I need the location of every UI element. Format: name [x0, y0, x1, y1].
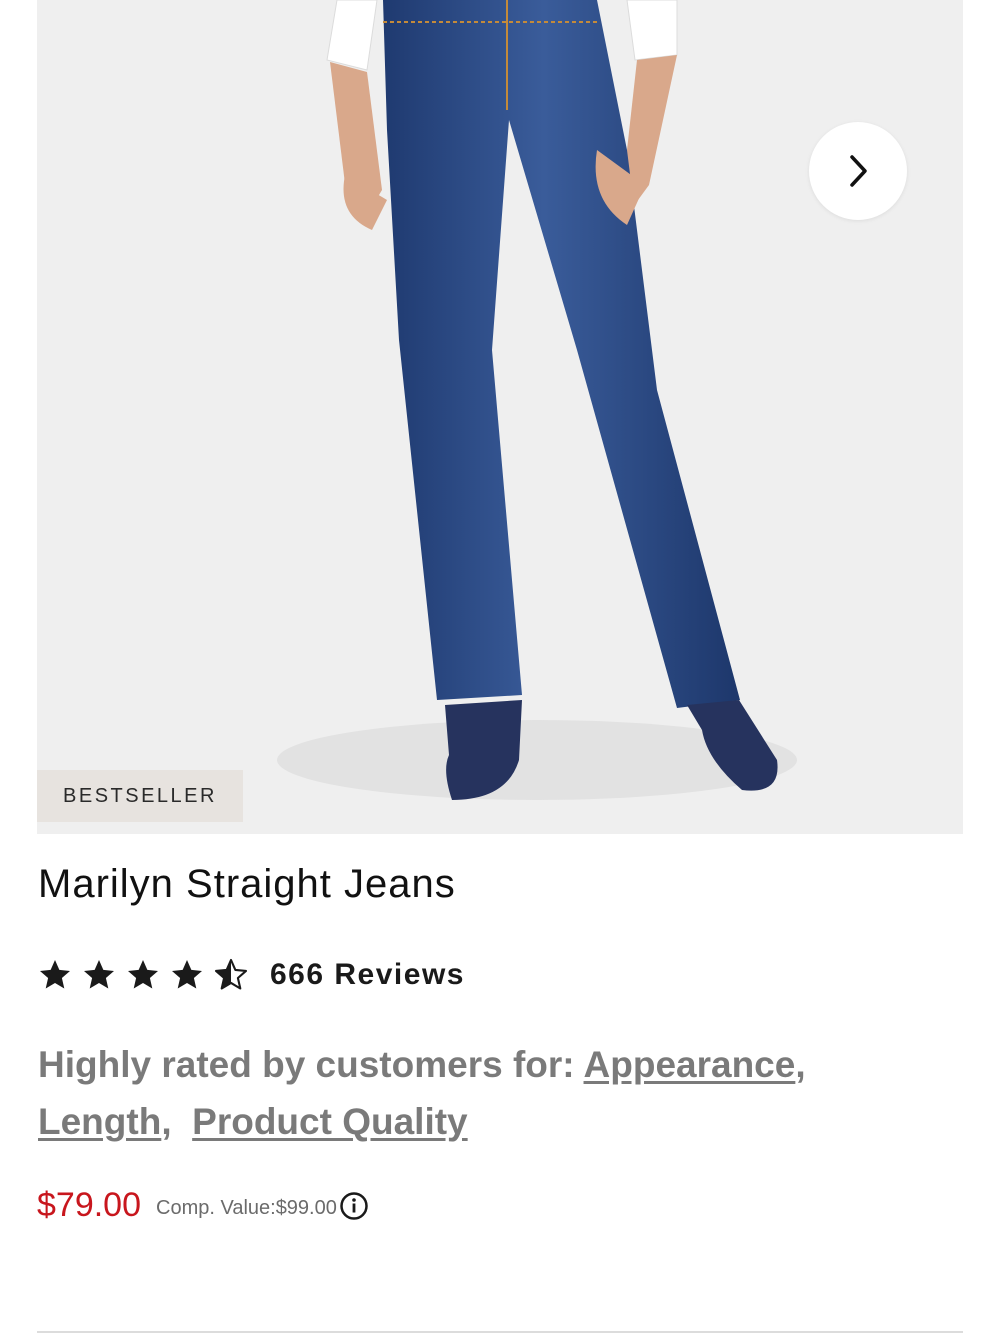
star-rating [37, 957, 249, 993]
rating-summary[interactable]: 666 Reviews [37, 952, 465, 998]
price-row: $79.00 Comp. Value:$99.00 [37, 1186, 369, 1225]
attribute-link-product-quality[interactable]: Product Quality [192, 1101, 467, 1142]
product-image [277, 0, 797, 800]
star-icon [128, 960, 158, 989]
star-icon [40, 960, 70, 989]
bestseller-badge: BESTSELLER [37, 770, 243, 822]
info-icon[interactable] [339, 1191, 369, 1221]
attribute-link-appearance[interactable]: Appearance [584, 1044, 796, 1085]
star-icon [84, 960, 114, 989]
next-image-button[interactable] [809, 122, 907, 220]
reviews-link[interactable]: 666 Reviews [270, 958, 465, 992]
product-title: Marilyn Straight Jeans [38, 862, 456, 906]
sale-price: $79.00 [37, 1186, 141, 1224]
comp-value: Comp. Value:$99.00 [156, 1197, 337, 1219]
attribute-link-length[interactable]: Length [38, 1101, 161, 1142]
highly-rated-summary: Highly rated by customers for: Appearanc… [38, 1044, 806, 1142]
star-half-icon [214, 958, 248, 990]
highly-rated-prefix: Highly rated by customers for: [38, 1044, 575, 1085]
star-icon [172, 960, 202, 989]
chevron-right-icon [850, 155, 867, 187]
product-image-carousel[interactable]: BESTSELLER [37, 0, 963, 834]
